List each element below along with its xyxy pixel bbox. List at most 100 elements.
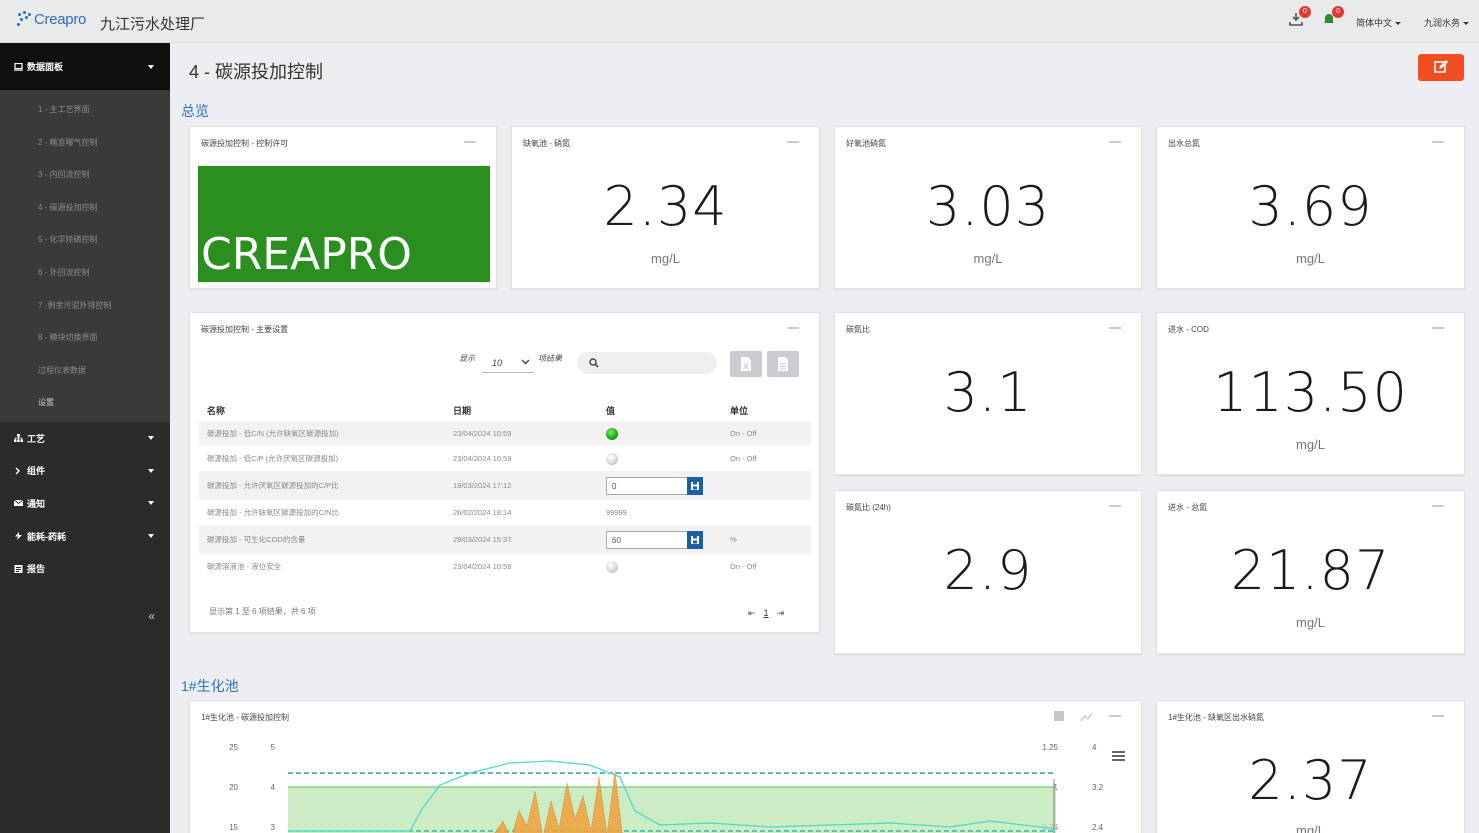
user-dropdown[interactable]: 九润水务 [1424, 16, 1470, 29]
row-date: 29/03/2024 15:37 [445, 525, 598, 554]
sidebar-item-external-recycle[interactable]: 6 - 外回流控制 [0, 257, 170, 290]
save-icon [691, 481, 699, 490]
minimize-icon[interactable] [464, 141, 476, 143]
row-unit: % [722, 525, 811, 554]
collapse-sidebar-button[interactable]: « [148, 609, 155, 623]
metric-unit: mg/L [1296, 615, 1325, 630]
metric-value: 3.69 [1248, 175, 1373, 238]
sidebar-section-reports[interactable]: 报告 [0, 552, 170, 585]
sidebar-item-settings[interactable]: 设置 [0, 387, 170, 420]
left2-axis-tick-label: 5 [271, 743, 276, 752]
notifications-button[interactable]: 0 [1322, 6, 1344, 28]
anoxic-nitrate-card: 缺氧池 - 硝氮 2.34 mg/L [511, 126, 820, 289]
sitemap-icon [14, 434, 23, 443]
status-off-indicator[interactable] [606, 560, 618, 573]
column-header-name[interactable]: 名称 [199, 399, 445, 421]
save-icon [691, 535, 699, 544]
sidebar-item-instruments[interactable]: 过程仪表数据 [0, 355, 170, 388]
cod-content-input[interactable]: 60 [606, 530, 688, 549]
sidebar-item-module-switch[interactable]: 8 - 模块切换界面 [0, 322, 170, 355]
sidebar-section-label: 能耗-药耗 [27, 531, 66, 542]
first-page-icon[interactable]: ⇤ [748, 608, 756, 618]
column-header-unit[interactable]: 单位 [722, 399, 811, 421]
row-name: 碳源投加 - 可生化COD的含量 [199, 525, 445, 554]
metric-value: 3.1 [943, 361, 1033, 424]
table-row: 碳源溶液池 - 液位安全 23/04/2024 10:59 On - Off [199, 554, 811, 579]
table-info: 显示第 1 至 6 项结果，共 6 项 [209, 607, 316, 616]
minimize-icon[interactable] [787, 327, 799, 329]
line-chart-icon[interactable] [1080, 712, 1093, 722]
minimize-icon[interactable] [1432, 715, 1444, 717]
column-header-date[interactable]: 日期 [445, 399, 598, 421]
sidebar-section-notifications[interactable]: 通知 [0, 487, 170, 520]
calendar-icon[interactable] [1054, 711, 1064, 721]
metric-value: 21.87 [1230, 539, 1391, 602]
alert-badge: 0 [1332, 6, 1344, 18]
page-size-value: 10 [492, 358, 503, 368]
status-on-indicator[interactable] [606, 427, 618, 440]
minimize-icon[interactable] [787, 141, 799, 143]
cn-ratio-card: 碳氮比 3.1 [834, 312, 1142, 475]
page-size-select[interactable]: 10 [482, 353, 534, 373]
last-page-icon[interactable]: ⇥ [777, 608, 785, 618]
sidebar-item-aeration[interactable]: 2 - 精准曝气控制 [0, 127, 170, 160]
row-name: 碳源投加 - 低C/N (允许缺氧区碳源投加) [199, 421, 445, 446]
cp-ratio-input[interactable]: 0 [606, 476, 688, 495]
edit-icon [1434, 60, 1448, 73]
minimize-icon[interactable] [1432, 505, 1444, 507]
language-dropdown[interactable]: 简体中文 [1356, 16, 1402, 29]
save-button[interactable] [687, 530, 703, 549]
section-bio-reactor: 1#生化池 [181, 678, 239, 694]
row-date: 26/02/2024 18:14 [453, 508, 512, 517]
page-title: 4 - 碳源投加控制 [189, 62, 324, 82]
row-date: 23/04/2024 10:59 [453, 562, 512, 571]
row-unit [722, 500, 811, 525]
chevron-down-icon [1463, 22, 1470, 26]
row-name: 碳源投加 - 低C/P (允许厌氧区碳源投加) [207, 454, 339, 463]
metric-value: 3.03 [925, 175, 1051, 238]
column-header-value[interactable]: 值 [598, 399, 722, 421]
creapro-logo[interactable]: Creapro [16, 10, 86, 28]
save-button[interactable] [687, 476, 703, 495]
right2-axis-tick-label: 4 [1092, 743, 1097, 752]
minimize-icon[interactable] [1109, 141, 1121, 143]
sidebar-section-process[interactable]: 工艺 [0, 422, 170, 455]
left2-axis-tick-label: 4 [271, 783, 276, 792]
left-axis-tick-label: 25 [229, 743, 238, 752]
row-value: 60 [598, 525, 722, 554]
brand-name: Creapro [34, 10, 87, 28]
sidebar-item-main-process[interactable]: 1 - 主工艺界面 [0, 94, 170, 127]
sidebar-dashboard[interactable]: 数据面板 [0, 43, 170, 90]
sidebar-section-label: 工艺 [27, 433, 46, 444]
search-input[interactable] [577, 352, 717, 374]
sidebar-section-energy[interactable]: 能耗-药耗 [0, 520, 170, 553]
sidebar-section-components[interactable]: 组件 [0, 455, 170, 488]
row-value [598, 446, 722, 471]
card-title: 碳源投加控制 - 控制许可 [201, 139, 289, 148]
pagination: ⇤ 1 ⇥ [748, 608, 784, 619]
export-file-button[interactable] [767, 351, 799, 377]
download-button[interactable]: 0 [1289, 6, 1311, 28]
page-number[interactable]: 1 [764, 608, 769, 618]
minimize-icon[interactable] [1109, 505, 1121, 507]
sidebar-item-carbon-dosing[interactable]: 4 - 碳源投加控制 [0, 192, 170, 225]
export-excel-button[interactable] [730, 351, 762, 377]
metric-value: 2.9 [943, 539, 1033, 602]
minimize-icon[interactable] [1432, 327, 1444, 329]
right2-axis-tick-label: 3.2 [1092, 783, 1104, 792]
sidebar-item-internal-recycle[interactable]: 3 - 内回流控制 [0, 159, 170, 192]
sidebar-item-sludge[interactable]: 7 -剩余污泥外排控制 [0, 290, 170, 323]
card-title: 碳氮比 (24h) [846, 503, 891, 512]
left2-axis-tick-label: 3 [271, 823, 276, 832]
card-title: 碳氮比 [846, 325, 870, 334]
influent-tn-card: 进水 - 总氮 21.87 mg/L [1156, 490, 1465, 654]
edit-button[interactable] [1418, 54, 1464, 81]
minimize-icon[interactable] [1432, 141, 1444, 143]
chart-menu-icon[interactable] [1112, 751, 1125, 761]
status-off-indicator[interactable] [606, 452, 618, 465]
user-label: 九润水务 [1424, 18, 1461, 28]
minimize-icon[interactable] [1109, 327, 1121, 329]
card-title: 碳源投加控制 - 主要设置 [201, 325, 289, 334]
top-bar: Creapro 九江污水处理厂 0 0 简体中文 九润水务 [0, 0, 1479, 43]
sidebar-item-phosphorus[interactable]: 5 - 化学除磷控制 [0, 224, 170, 257]
